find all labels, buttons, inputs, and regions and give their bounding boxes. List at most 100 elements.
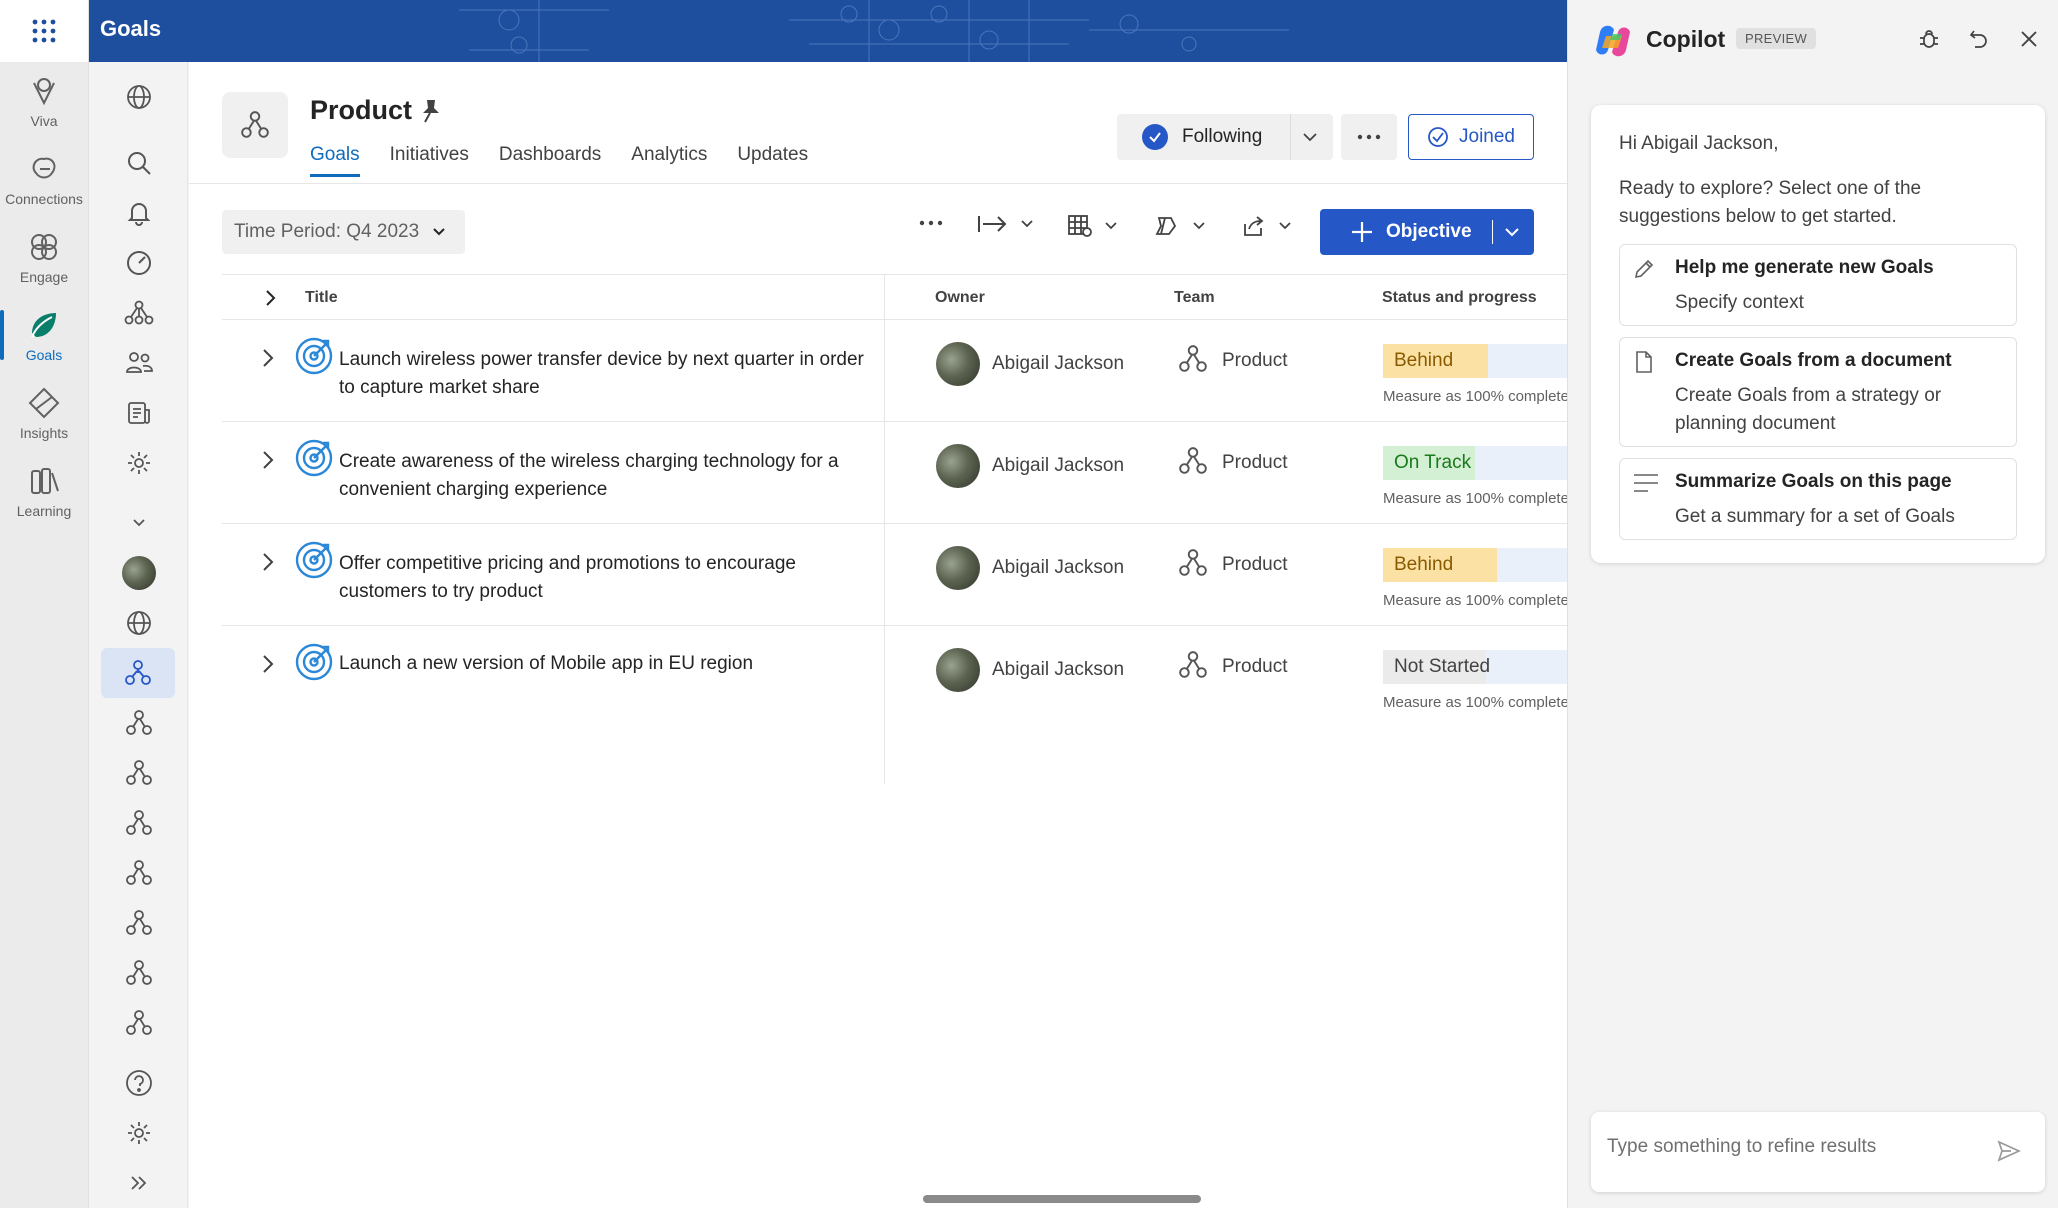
nav-settings-bottom[interactable] bbox=[89, 1108, 188, 1158]
nav-team-8[interactable] bbox=[89, 998, 188, 1048]
goals-toolbar: Time Period: Q4 2023 Objective bbox=[189, 184, 1567, 274]
owner-name[interactable]: Abigail Jackson bbox=[992, 659, 1124, 681]
nav-globe-2[interactable] bbox=[89, 598, 188, 648]
rail-item-learning[interactable]: Learning bbox=[0, 452, 88, 530]
tab-dashboards[interactable]: Dashboards bbox=[499, 144, 601, 177]
owner-name[interactable]: Abigail Jackson bbox=[992, 455, 1124, 477]
chevron-down-icon bbox=[1105, 222, 1117, 230]
waffle-icon bbox=[32, 19, 56, 43]
rail-item-label: Learning bbox=[16, 503, 72, 519]
chevron-right-icon[interactable] bbox=[260, 346, 276, 370]
pin-icon[interactable] bbox=[419, 98, 443, 124]
objective-target-icon bbox=[295, 643, 333, 681]
share-button[interactable] bbox=[1241, 214, 1293, 238]
page-header: Product Goals Initiatives Dashboards Ana… bbox=[189, 62, 1567, 184]
nav-settings[interactable] bbox=[89, 438, 188, 488]
owner-name[interactable]: Abigail Jackson bbox=[992, 557, 1124, 579]
gear-icon bbox=[127, 1122, 150, 1144]
nav-globe[interactable] bbox=[89, 72, 188, 122]
send-icon[interactable] bbox=[1997, 1140, 2021, 1162]
nav-team-product[interactable] bbox=[101, 648, 175, 698]
column-header-owner[interactable]: Owner bbox=[935, 289, 985, 307]
table-row[interactable]: Create awareness of the wireless chargin… bbox=[222, 422, 1567, 524]
pencil-icon bbox=[1634, 259, 1654, 279]
tab-updates[interactable]: Updates bbox=[737, 144, 808, 177]
nav-help[interactable] bbox=[89, 1058, 188, 1108]
page-tabs: Goals Initiatives Dashboards Analytics U… bbox=[310, 144, 808, 177]
nav-collapse-section[interactable] bbox=[89, 498, 188, 548]
copilot-chat-input[interactable] bbox=[1607, 1136, 1977, 1158]
joined-button[interactable]: Joined bbox=[1408, 114, 1534, 160]
owner-name[interactable]: Abigail Jackson bbox=[992, 353, 1124, 375]
bell-icon bbox=[127, 203, 150, 226]
suggestion-summarize-goals[interactable]: Summarize Goals on this page Get a summa… bbox=[1619, 458, 2017, 540]
nav-targets[interactable] bbox=[89, 238, 188, 288]
column-header-team[interactable]: Team bbox=[1174, 289, 1215, 307]
rail-item-goals[interactable]: Goals bbox=[0, 296, 88, 374]
nav-org[interactable] bbox=[89, 288, 188, 338]
column-header-title[interactable]: Title bbox=[305, 289, 338, 307]
time-period-dropdown[interactable]: Time Period: Q4 2023 bbox=[222, 210, 465, 254]
table-row[interactable]: Launch a new version of Mobile app in EU… bbox=[222, 626, 1567, 728]
chevron-right-icon[interactable] bbox=[260, 448, 276, 472]
goal-title[interactable]: Offer competitive pricing and promotions… bbox=[339, 550, 869, 606]
chevron-right-icon[interactable] bbox=[262, 288, 278, 308]
suggestion-generate-goals[interactable]: Help me generate new Goals Specify conte… bbox=[1619, 244, 2017, 326]
team-icon bbox=[125, 860, 152, 885]
copilot-toolbar-button[interactable] bbox=[1153, 214, 1207, 238]
nav-people[interactable] bbox=[89, 338, 188, 388]
add-objective-button[interactable]: Objective bbox=[1320, 209, 1534, 255]
rail-item-viva[interactable]: Viva bbox=[0, 62, 88, 140]
nav-team-3[interactable] bbox=[89, 748, 188, 798]
tab-goals[interactable]: Goals bbox=[310, 144, 360, 177]
goals-icon bbox=[31, 313, 56, 338]
team-name[interactable]: Product bbox=[1222, 656, 1287, 678]
nav-reports[interactable] bbox=[89, 388, 188, 438]
table-row[interactable]: Launch wireless power transfer device by… bbox=[222, 320, 1567, 422]
goal-title[interactable]: Launch wireless power transfer device by… bbox=[339, 346, 869, 402]
expand-all-button[interactable] bbox=[977, 214, 1035, 234]
tab-analytics[interactable]: Analytics bbox=[631, 144, 707, 177]
goal-title[interactable]: Create awareness of the wireless chargin… bbox=[339, 448, 869, 504]
nav-avatar[interactable] bbox=[89, 548, 188, 598]
more-options-button[interactable] bbox=[1341, 114, 1397, 160]
chevron-down-icon[interactable] bbox=[1301, 128, 1319, 146]
app-launcher-button[interactable] bbox=[0, 0, 88, 62]
undo-icon[interactable] bbox=[1969, 28, 1989, 50]
more-toolbar-button[interactable] bbox=[919, 220, 943, 226]
team-name[interactable]: Product bbox=[1222, 452, 1287, 474]
nav-team-7[interactable] bbox=[89, 948, 188, 998]
joined-label: Joined bbox=[1459, 126, 1515, 147]
following-button[interactable]: Following bbox=[1117, 114, 1333, 160]
goal-title[interactable]: Launch a new version of Mobile app in EU… bbox=[339, 650, 869, 678]
team-name[interactable]: Product bbox=[1222, 554, 1287, 576]
gear-icon bbox=[127, 452, 150, 474]
nav-search[interactable] bbox=[89, 138, 188, 188]
horizontal-scrollbar[interactable] bbox=[923, 1195, 1201, 1203]
rail-item-insights[interactable]: Insights bbox=[0, 374, 88, 452]
team-icon bbox=[125, 1010, 152, 1035]
rail-item-engage[interactable]: Engage bbox=[0, 218, 88, 296]
nav-expand[interactable] bbox=[89, 1158, 188, 1208]
bug-icon[interactable] bbox=[1919, 28, 1939, 50]
nav-team-4[interactable] bbox=[89, 798, 188, 848]
measure-text: Measure as 100% complete bbox=[1383, 388, 1567, 405]
view-options-button[interactable] bbox=[1067, 214, 1119, 238]
nav-team-2[interactable] bbox=[89, 698, 188, 748]
nav-team-5[interactable] bbox=[89, 848, 188, 898]
copilot-header-actions bbox=[1919, 28, 2039, 50]
suggestion-goals-from-document[interactable]: Create Goals from a document Create Goal… bbox=[1619, 337, 2017, 447]
status-progress-bar: Behind bbox=[1383, 344, 1567, 378]
close-icon[interactable] bbox=[2019, 28, 2039, 50]
column-header-status[interactable]: Status and progress bbox=[1382, 289, 1537, 307]
chevron-right-icon[interactable] bbox=[260, 550, 276, 574]
tab-initiatives[interactable]: Initiatives bbox=[390, 144, 469, 177]
nav-team-6[interactable] bbox=[89, 898, 188, 948]
nav-notifications[interactable] bbox=[89, 188, 188, 238]
team-icon bbox=[125, 710, 152, 735]
team-name[interactable]: Product bbox=[1222, 350, 1287, 372]
rail-item-connections[interactable]: Connections bbox=[0, 140, 88, 218]
table-row[interactable]: Offer competitive pricing and promotions… bbox=[222, 524, 1567, 626]
chevron-right-icon[interactable] bbox=[260, 652, 276, 676]
chevron-down-icon[interactable] bbox=[1503, 223, 1521, 241]
